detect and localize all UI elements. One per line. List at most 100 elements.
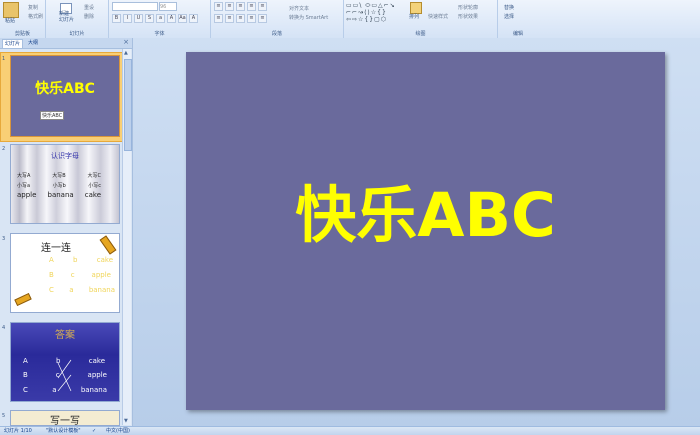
numbering-icon[interactable]: ≡: [225, 2, 234, 11]
paragraph-group-label: 段落: [271, 31, 282, 37]
thumb-title: 连一连: [41, 243, 71, 254]
thumb-cell: C: [23, 386, 28, 394]
thumb-row: apple banana cake: [17, 191, 101, 199]
pencil-icon: [99, 235, 117, 255]
shapes-gallery[interactable]: ▭▭\ ⬭▭△⌐↘ ⌐⌐↝⟨⟩☆{} ⇦⇨☆{}▢⬡: [346, 2, 400, 24]
align-text-button[interactable]: 对齐文本: [289, 5, 309, 12]
thumb-row: Bc apple: [49, 271, 111, 279]
underline-button[interactable]: U: [134, 14, 143, 23]
thumb-row: Ca banana: [49, 286, 115, 294]
slide-thumbnail-1[interactable]: 快乐ABC 快乐ABC: [10, 55, 120, 137]
thumb-row: Ab cake: [49, 256, 113, 264]
copy-button[interactable]: 复制: [28, 4, 38, 11]
bullets-icon[interactable]: ≡: [214, 2, 223, 11]
thumb-row: 小写a 小写b 小写c: [17, 182, 101, 189]
clipboard-group-label: 剪贴板: [14, 31, 30, 37]
slides-group-label: 幻灯片: [69, 31, 85, 37]
reset-button[interactable]: 重设: [84, 4, 94, 11]
slide-number: 2: [2, 146, 6, 152]
slides-panel: 幻灯片 大纲 × 1 快乐ABC 快乐ABC 2 认识字母 大写A 大写B 大写C …: [0, 38, 133, 426]
shape-effects-button[interactable]: 形状效果: [458, 13, 478, 20]
slide-title[interactable]: 快乐ABC: [186, 165, 665, 254]
thumb-cell: B: [49, 271, 54, 279]
drawing-group: ▭▭\ ⬭▭△⌐↘ ⌐⌐↝⟨⟩☆{} ⇦⇨☆{}▢⬡ 排列 快速样式 形状轮廓 …: [344, 0, 498, 38]
convert-smartart-button[interactable]: 转换为 SmartArt: [289, 14, 328, 21]
scroll-up-icon[interactable]: ▲: [124, 50, 128, 56]
scrollbar-thumb[interactable]: [124, 59, 132, 151]
arrange-button[interactable]: 排列: [409, 13, 419, 20]
strikethrough-button[interactable]: S: [145, 14, 154, 23]
delete-button[interactable]: 删除: [84, 13, 94, 20]
format-painter-button[interactable]: 格式刷: [28, 13, 43, 20]
replace-button[interactable]: 替换: [504, 4, 514, 11]
align-left-icon[interactable]: ≡: [214, 14, 223, 23]
thumb-cell: a: [69, 286, 74, 294]
new-slide-button[interactable]: 新建 幻灯片: [59, 11, 74, 23]
shape-outline-button[interactable]: 形状轮廓: [458, 4, 478, 11]
thumb-cell: cake: [84, 191, 101, 199]
select-button[interactable]: 选择: [504, 13, 514, 20]
thumb-row: Ca banana: [23, 386, 107, 394]
font-name-box[interactable]: [112, 2, 158, 11]
tab-outline[interactable]: 大纲: [26, 39, 40, 47]
scroll-down-icon[interactable]: ▼: [124, 418, 128, 424]
thumb-cell: cake: [96, 256, 113, 264]
editing-group-label: 编辑: [512, 31, 523, 37]
slide-thumbnail-5[interactable]: 写一写: [10, 410, 120, 426]
thumb-cell: cake: [88, 357, 105, 365]
thumb-title: 认识字母: [51, 152, 79, 160]
align-right-icon[interactable]: ≡: [236, 14, 245, 23]
slide-number: 5: [2, 413, 6, 419]
slides-group: 新建 幻灯片 重设 删除 幻灯片: [46, 0, 109, 38]
thumb-cell: banana: [47, 191, 74, 199]
list-buttons: ≡ ≡ ≡ ≡ ≡: [214, 2, 267, 11]
thumb-cell: apple: [91, 271, 111, 279]
current-slide[interactable]: 快乐ABC: [186, 52, 665, 410]
outdent-icon[interactable]: ≡: [247, 2, 256, 11]
thumb-title: 写一写: [50, 416, 80, 426]
font-group-label: 字体: [154, 31, 165, 37]
thumb-cell: B: [23, 371, 28, 379]
panel-tabs: 幻灯片 大纲 ×: [0, 38, 132, 49]
align-buttons: ≡ ≡ ≡ ≡ ≡: [214, 14, 267, 23]
spacing-button[interactable]: A: [167, 14, 176, 23]
slide-number: 4: [2, 325, 6, 331]
thumb-cell: A: [49, 256, 54, 264]
thumb-cell: banana: [88, 286, 115, 294]
close-icon[interactable]: ×: [123, 38, 129, 46]
drawing-group-label: 绘图: [415, 31, 426, 37]
panel-scrollbar[interactable]: ▲ ▼: [122, 49, 132, 425]
thumb-row: 大写A 大写B 大写C: [17, 172, 101, 179]
font-size-box[interactable]: 96: [159, 2, 177, 11]
align-center-icon[interactable]: ≡: [225, 14, 234, 23]
tab-slides[interactable]: 幻灯片: [2, 39, 24, 48]
italic-button[interactable]: I: [123, 14, 132, 23]
slide-thumbnail-3[interactable]: 连一连 Ab cake Bc apple Ca banana: [10, 233, 120, 313]
thumb-cell: 小写a: [17, 183, 31, 189]
indent-icon[interactable]: ≡: [236, 2, 245, 11]
slide-thumbnail-4[interactable]: 答案 Ab cake Bc apple Ca banana: [10, 322, 120, 402]
thumb-row: Ab cake: [23, 357, 105, 365]
change-case-button[interactable]: Aa: [178, 14, 187, 23]
paste-button[interactable]: 粘贴: [5, 17, 15, 24]
font-color-button[interactable]: A: [189, 14, 198, 23]
font-format-buttons: B I U S a A Aa A: [112, 14, 198, 23]
paste-icon[interactable]: [3, 2, 19, 18]
thumb-cell: apple: [17, 191, 37, 199]
clipboard-group: 粘贴 复制 格式刷 剪贴板: [0, 0, 46, 38]
thumb-cell: C: [49, 286, 54, 294]
columns-icon[interactable]: ≡: [258, 14, 267, 23]
thumb-cell: banana: [80, 386, 107, 394]
shadow-button[interactable]: a: [156, 14, 165, 23]
thumb-cell: a: [52, 386, 57, 394]
thumb-cell: A: [23, 357, 28, 365]
thumb-cell: c: [55, 371, 60, 379]
slide-thumbnail-2[interactable]: 认识字母 大写A 大写B 大写C 小写a 小写b 小写c apple banana cake: [10, 144, 120, 224]
quick-styles-button[interactable]: 快速样式: [428, 13, 448, 20]
bold-button[interactable]: B: [112, 14, 121, 23]
justify-icon[interactable]: ≡: [247, 14, 256, 23]
line-spacing-icon[interactable]: ≡: [258, 2, 267, 11]
pencil-icon: [14, 292, 32, 307]
thumb-subtitle: 快乐ABC: [40, 111, 65, 120]
slide-number: 3: [2, 236, 6, 242]
